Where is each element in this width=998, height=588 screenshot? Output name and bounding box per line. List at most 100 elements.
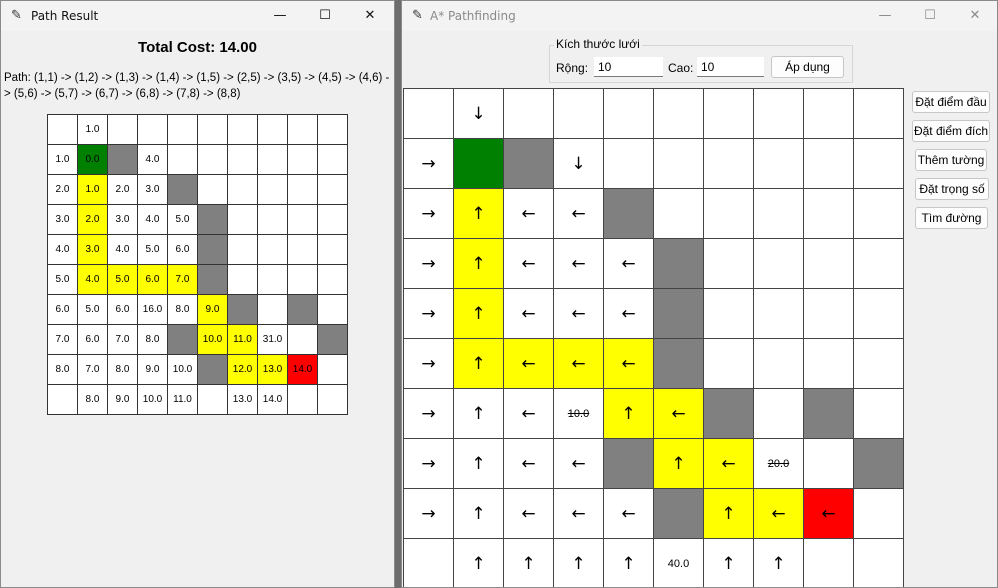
path-cell[interactable]: ← — [604, 339, 654, 389]
path-cell[interactable]: ↑ — [454, 289, 504, 339]
wall-cell[interactable] — [654, 289, 704, 339]
grid-cell[interactable]: → — [404, 189, 454, 239]
grid-cell[interactable]: ← — [504, 289, 554, 339]
grid-cell[interactable]: ← — [504, 439, 554, 489]
grid-cell[interactable] — [754, 389, 804, 439]
grid-cell[interactable]: ← — [554, 289, 604, 339]
path-cell[interactable]: ↑ — [604, 389, 654, 439]
grid-cell[interactable]: 20.0 — [754, 439, 804, 489]
grid-cell[interactable] — [704, 189, 754, 239]
grid-cell[interactable]: ← — [604, 239, 654, 289]
grid-cell[interactable]: → — [404, 289, 454, 339]
grid-cell[interactable]: ← — [554, 489, 604, 539]
grid-cell[interactable] — [754, 289, 804, 339]
grid-cell[interactable]: ↑ — [454, 439, 504, 489]
wall-cell[interactable] — [704, 389, 754, 439]
grid-cell[interactable]: ↑ — [604, 539, 654, 587]
grid-cell[interactable] — [804, 539, 854, 587]
wall-cell[interactable] — [604, 189, 654, 239]
grid-cell[interactable]: ↓ — [554, 139, 604, 189]
grid-cell[interactable] — [804, 139, 854, 189]
grid-cell[interactable]: ← — [504, 489, 554, 539]
maximize-button[interactable]: ☐ — [913, 5, 947, 27]
grid-cell[interactable] — [854, 139, 904, 189]
grid-cell[interactable] — [854, 289, 904, 339]
grid-cell[interactable]: ↑ — [704, 539, 754, 587]
path-cell[interactable]: ↑ — [454, 239, 504, 289]
grid-cell[interactable] — [504, 89, 554, 139]
grid-cell[interactable]: ← — [504, 389, 554, 439]
grid-cell[interactable] — [854, 339, 904, 389]
grid-cell[interactable]: → — [404, 339, 454, 389]
grid-cell[interactable] — [704, 89, 754, 139]
path-cell[interactable]: ↑ — [454, 339, 504, 389]
grid-cell[interactable] — [754, 239, 804, 289]
set-start-button[interactable]: Đặt điểm đầu — [912, 91, 990, 113]
grid-cell[interactable] — [804, 439, 854, 489]
close-button[interactable]: ✕ — [353, 5, 387, 27]
grid-cell[interactable]: ↑ — [454, 539, 504, 587]
grid-cell[interactable] — [654, 189, 704, 239]
grid-cell[interactable] — [804, 339, 854, 389]
grid-cell[interactable] — [654, 139, 704, 189]
grid-cell[interactable] — [754, 189, 804, 239]
grid-cell[interactable]: ↑ — [454, 389, 504, 439]
path-cell[interactable]: ← — [654, 389, 704, 439]
grid-cell[interactable]: → — [404, 439, 454, 489]
set-end-button[interactable]: Đặt điểm đích — [912, 120, 990, 142]
wall-cell[interactable] — [504, 139, 554, 189]
grid-cell[interactable] — [854, 189, 904, 239]
grid-cell[interactable] — [704, 139, 754, 189]
grid-cell[interactable]: ↑ — [504, 539, 554, 587]
wall-cell[interactable] — [654, 339, 704, 389]
grid-cell[interactable] — [754, 339, 804, 389]
start-cell[interactable] — [454, 139, 504, 189]
grid-cell[interactable] — [854, 539, 904, 587]
grid-cell[interactable] — [754, 139, 804, 189]
grid-cell[interactable]: ← — [604, 289, 654, 339]
grid-cell[interactable] — [804, 89, 854, 139]
minimize-button[interactable]: — — [263, 5, 297, 27]
path-cell[interactable]: ← — [704, 439, 754, 489]
grid-cell[interactable] — [854, 489, 904, 539]
add-wall-button[interactable]: Thêm tường — [915, 149, 987, 171]
path-cell[interactable]: ← — [754, 489, 804, 539]
grid-cell[interactable] — [854, 89, 904, 139]
grid-cell[interactable]: → — [404, 239, 454, 289]
wall-cell[interactable] — [654, 489, 704, 539]
grid-cell[interactable]: → — [404, 489, 454, 539]
grid-cell[interactable] — [604, 139, 654, 189]
find-path-button[interactable]: Tìm đường — [915, 207, 988, 229]
path-cell[interactable]: ↑ — [704, 489, 754, 539]
grid-cell[interactable] — [404, 539, 454, 587]
wall-cell[interactable] — [604, 439, 654, 489]
grid-cell[interactable] — [804, 189, 854, 239]
height-input[interactable] — [697, 57, 764, 77]
wall-cell[interactable] — [804, 389, 854, 439]
path-cell[interactable]: ← — [554, 339, 604, 389]
grid-cell[interactable] — [654, 89, 704, 139]
grid-cell[interactable] — [404, 89, 454, 139]
apply-button[interactable]: Áp dụng — [771, 56, 844, 78]
minimize-button[interactable]: — — [868, 5, 902, 27]
grid-cell[interactable] — [604, 89, 654, 139]
grid-cell[interactable]: → — [404, 139, 454, 189]
grid-cell[interactable] — [854, 239, 904, 289]
grid-cell[interactable] — [754, 89, 804, 139]
grid-cell[interactable]: ← — [554, 189, 604, 239]
grid-cell[interactable] — [854, 389, 904, 439]
wall-cell[interactable] — [854, 439, 904, 489]
grid-cell[interactable]: 40.0 — [654, 539, 704, 587]
path-cell[interactable]: ↑ — [654, 439, 704, 489]
grid-cell[interactable]: ← — [554, 439, 604, 489]
grid-cell[interactable]: ↓ — [454, 89, 504, 139]
grid-cell[interactable]: → — [404, 389, 454, 439]
wall-cell[interactable] — [654, 239, 704, 289]
grid-cell[interactable]: ← — [604, 489, 654, 539]
close-button[interactable]: ✕ — [958, 5, 992, 27]
set-weight-button[interactable]: Đặt trọng số — [915, 178, 989, 200]
grid-cell[interactable]: ← — [504, 239, 554, 289]
path-cell[interactable]: ← — [504, 339, 554, 389]
end-cell[interactable]: ← — [804, 489, 854, 539]
grid-cell[interactable] — [704, 289, 754, 339]
